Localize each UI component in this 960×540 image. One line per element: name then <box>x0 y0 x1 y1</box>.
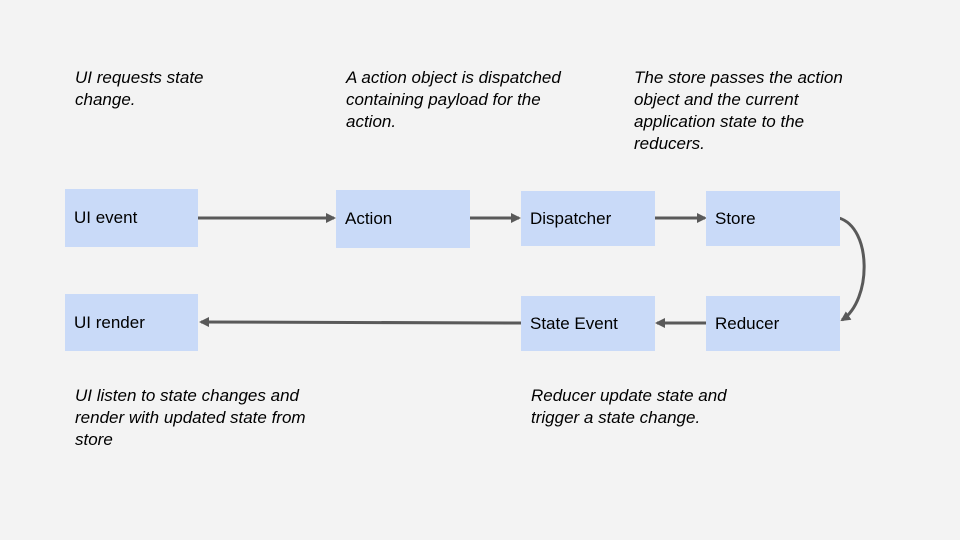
node-ui-render: UI render <box>65 294 198 351</box>
arrow-store-to-reducer <box>838 216 866 322</box>
node-label: UI event <box>74 208 138 227</box>
node-label: Action <box>345 209 393 228</box>
node-store: Store <box>706 191 840 246</box>
connectors <box>198 213 866 328</box>
node-state-event: State Event <box>521 296 655 351</box>
node-reducer: Reducer <box>706 296 840 351</box>
node-label: Reducer <box>715 313 780 333</box>
node-ui-event: UI event <box>65 189 198 247</box>
node-label: Dispatcher <box>530 208 612 228</box>
node-label: Store <box>715 208 756 228</box>
node-label: State Event <box>530 313 618 333</box>
node-label: UI render <box>74 312 145 332</box>
arrow-state-event-to-ui-render <box>199 317 522 328</box>
node-dispatcher: Dispatcher <box>521 191 655 246</box>
node-action: Action <box>336 190 470 248</box>
